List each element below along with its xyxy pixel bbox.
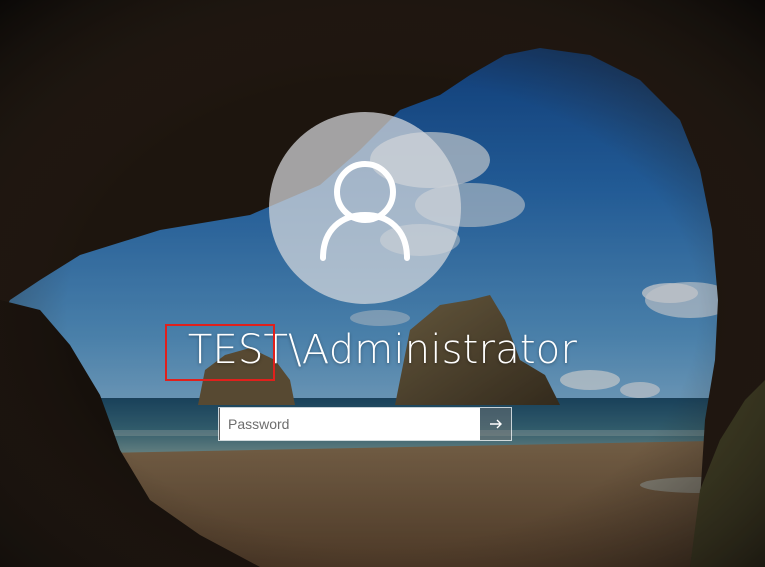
user-icon xyxy=(320,161,410,261)
password-box xyxy=(218,407,512,441)
account-name: TEST\Administrator xyxy=(187,327,578,373)
arrow-right-icon xyxy=(489,419,502,429)
domain-highlight-box xyxy=(165,324,275,381)
login-screen: TEST\Administrator xyxy=(0,0,765,567)
password-input[interactable] xyxy=(219,408,480,440)
user-avatar xyxy=(269,112,461,304)
submit-button[interactable] xyxy=(480,408,511,440)
